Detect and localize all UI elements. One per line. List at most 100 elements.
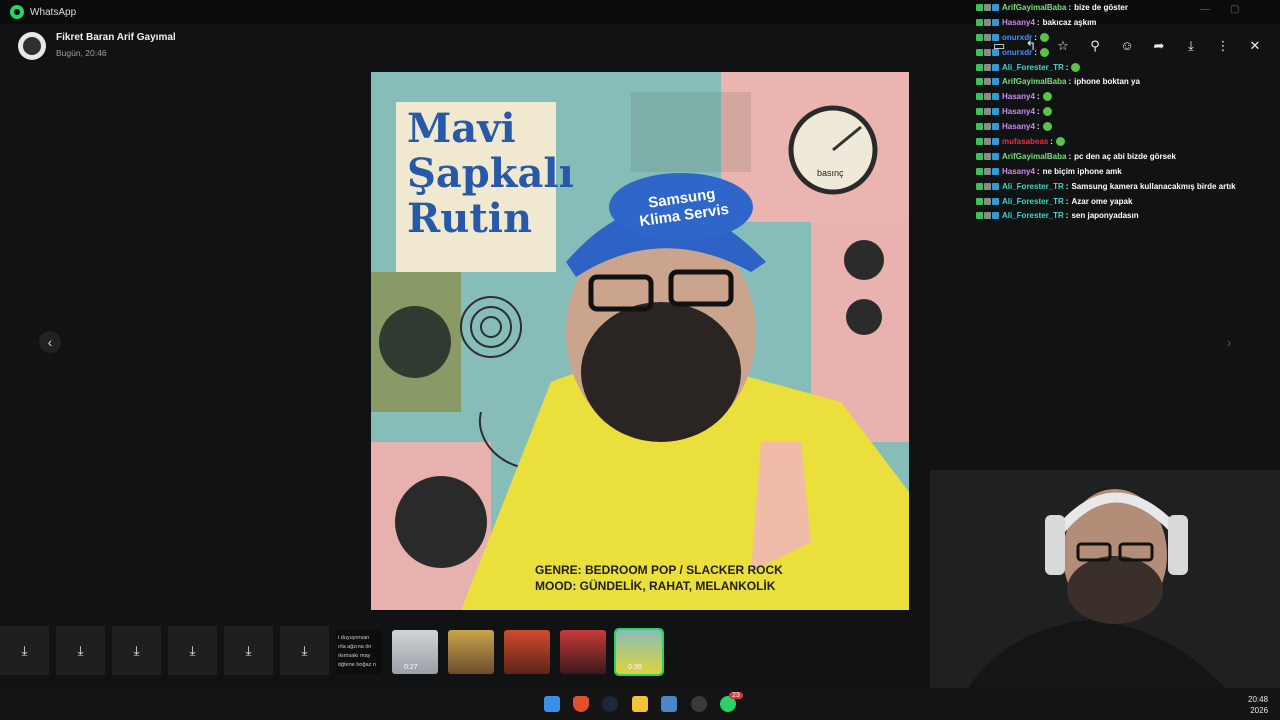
chat-username[interactable]: Ali_Forester_TR bbox=[1002, 211, 1064, 220]
sender-name: Fikret Baran Arif Gayımal bbox=[56, 32, 176, 43]
chat-separator: : bbox=[1050, 136, 1053, 146]
user-badges-icon bbox=[976, 137, 999, 145]
steam-icon[interactable] bbox=[602, 696, 618, 712]
gauge-label: basınç bbox=[817, 168, 844, 178]
video-thumbnail[interactable]: 0:27 bbox=[392, 630, 438, 674]
app-title: WhatsApp bbox=[30, 6, 77, 18]
thumbnail-text-line: ıkımsakı may bbox=[338, 653, 371, 659]
chat-message: onurxdr: bbox=[976, 45, 1276, 60]
chat-username[interactable]: Hasany4 bbox=[1002, 18, 1035, 27]
chat-emote-icon bbox=[1042, 107, 1052, 117]
chat-message: Ali_Forester_TR: bbox=[976, 60, 1276, 75]
user-badges-icon bbox=[976, 212, 999, 220]
next-media-button[interactable]: › bbox=[1218, 331, 1240, 353]
chat-emote-icon bbox=[1039, 32, 1049, 42]
user-badges-icon bbox=[976, 182, 999, 190]
chat-message: Ali_Forester_TR: Azar ome yapak bbox=[976, 194, 1276, 209]
cover-title: Mavi Şapkalı Rutin bbox=[407, 106, 574, 241]
chat-username[interactable]: Hasany4 bbox=[1002, 107, 1035, 116]
chat-username[interactable]: ArifGayimalBaba bbox=[1002, 3, 1066, 12]
chat-username[interactable]: Ali_Forester_TR bbox=[1002, 63, 1064, 72]
chat-emote-icon bbox=[1042, 92, 1052, 102]
chat-message: Hasany4: ne biçim iphone amk bbox=[976, 164, 1276, 179]
video-duration: 0:30 bbox=[628, 664, 642, 671]
chat-separator: : bbox=[1036, 17, 1040, 27]
image-thumbnail[interactable] bbox=[504, 630, 550, 674]
stream-chat-overlay: ArifGayimalBaba: bize de göster Hasany4: ba… bbox=[976, 0, 1276, 240]
user-badges-icon bbox=[976, 63, 999, 71]
user-badges-icon bbox=[976, 78, 999, 86]
selected-video-thumbnail[interactable]: 0:30 bbox=[614, 628, 664, 676]
genre-text: GENRE: BEDROOM POP / SLACKER ROCK bbox=[535, 563, 783, 577]
chat-text: iphone boktan ya bbox=[1074, 77, 1140, 87]
chat-username[interactable]: Hasany4 bbox=[1002, 92, 1035, 101]
user-badges-icon bbox=[976, 108, 999, 116]
chat-username[interactable]: Hasany4 bbox=[1002, 167, 1035, 176]
chat-separator: : bbox=[1065, 211, 1069, 221]
download-thumbnail-button[interactable]: ⤓ bbox=[112, 626, 161, 675]
chat-message: Hasany4: bakıcaz aşkım bbox=[976, 15, 1276, 30]
chat-text: bakıcaz aşkım bbox=[1042, 17, 1097, 27]
chat-username[interactable]: mufasabeas bbox=[1002, 137, 1048, 146]
chat-separator: : bbox=[1065, 196, 1069, 206]
thumbnail-text-line: i duyuyorsan bbox=[338, 635, 370, 641]
image-thumbnail[interactable] bbox=[560, 630, 606, 674]
clock-date: 2026 bbox=[1250, 706, 1269, 715]
chat-emote-icon bbox=[1055, 136, 1065, 146]
chat-message: Hasany4: bbox=[976, 89, 1276, 104]
chat-emote-icon bbox=[1042, 122, 1052, 132]
system-clock[interactable]: 20:48 2026 bbox=[1248, 694, 1268, 716]
obs-icon[interactable] bbox=[691, 696, 707, 712]
chat-separator: : bbox=[1036, 107, 1040, 117]
chat-emote-icon bbox=[1039, 47, 1049, 57]
user-badges-icon bbox=[976, 48, 999, 56]
user-badges-icon bbox=[976, 33, 999, 41]
chat-username[interactable]: Ali_Forester_TR bbox=[1002, 197, 1064, 206]
chat-message-list: ArifGayimalBaba: bize de göster Hasany4: ba… bbox=[976, 0, 1276, 223]
webcam-person bbox=[930, 470, 1280, 720]
download-thumbnail-button[interactable]: ⤓ bbox=[280, 626, 329, 675]
cover-title-line-2: Şapkalı bbox=[407, 150, 574, 197]
chat-username[interactable]: onurxdr bbox=[1002, 33, 1032, 42]
windows-start-icon[interactable] bbox=[544, 696, 560, 712]
chat-message: onurxdr: bbox=[976, 30, 1276, 45]
avatar[interactable] bbox=[18, 32, 46, 60]
chat-separator: : bbox=[1034, 32, 1037, 42]
chat-username[interactable]: onurxdr bbox=[1002, 48, 1032, 57]
user-badges-icon bbox=[976, 167, 999, 175]
chat-username[interactable]: Ali_Forester_TR bbox=[1002, 182, 1064, 191]
chat-username[interactable]: Hasany4 bbox=[1002, 122, 1035, 131]
chat-message: Ali_Forester_TR: Samsung kamera kullanaca… bbox=[976, 179, 1276, 194]
media-thumbnail-strip: ⤓ ⤓ ⤓ ⤓ ⤓ ⤓ i duyuyorsan ırla ağzına ön … bbox=[0, 626, 940, 682]
download-thumbnail-button[interactable]: ⤓ bbox=[0, 626, 49, 675]
user-badges-icon bbox=[976, 123, 999, 131]
chat-text: ne biçim iphone amk bbox=[1042, 166, 1122, 176]
chat-username[interactable]: ArifGayimalBaba bbox=[1002, 152, 1066, 161]
brave-browser-icon[interactable] bbox=[573, 696, 589, 712]
whatsapp-unread-badge: 23 bbox=[729, 692, 743, 699]
download-thumbnail-button[interactable]: ⤓ bbox=[56, 626, 105, 675]
thumbnail-text-line: öğtene boğaz n bbox=[338, 662, 376, 668]
whatsapp-logo-icon bbox=[10, 5, 24, 19]
webcam-overlay bbox=[930, 470, 1280, 720]
chat-separator: : bbox=[1065, 181, 1069, 191]
file-explorer-icon[interactable] bbox=[632, 696, 648, 712]
text-thumbnail[interactable]: i duyuyorsan ırla ağzına ön ıkımsakı may… bbox=[336, 630, 382, 674]
chat-message: Ali_Forester_TR: sen japonyadasın bbox=[976, 208, 1276, 223]
user-badges-icon bbox=[976, 197, 999, 205]
chat-separator: : bbox=[1034, 47, 1037, 57]
previous-media-button[interactable]: ‹ bbox=[39, 331, 61, 353]
chat-separator: : bbox=[1068, 151, 1072, 161]
chat-text: Azar ome yapak bbox=[1071, 196, 1133, 206]
chat-username[interactable]: ArifGayimalBaba bbox=[1002, 77, 1066, 86]
download-thumbnail-button[interactable]: ⤓ bbox=[224, 626, 273, 675]
chat-separator: : bbox=[1036, 166, 1040, 176]
photos-app-icon[interactable] bbox=[661, 696, 677, 712]
cover-title-line-3: Rutin bbox=[407, 195, 533, 242]
chat-text: Samsung kamera kullanacakmış birde artık bbox=[1071, 181, 1236, 191]
download-thumbnail-button[interactable]: ⤓ bbox=[168, 626, 217, 675]
clock-time: 20:48 bbox=[1248, 695, 1269, 704]
chat-text: sen japonyadasın bbox=[1071, 211, 1139, 221]
mood-text: MOOD: GÜNDELİK, RAHAT, MELANKOLİK bbox=[535, 579, 776, 593]
image-thumbnail[interactable] bbox=[448, 630, 494, 674]
